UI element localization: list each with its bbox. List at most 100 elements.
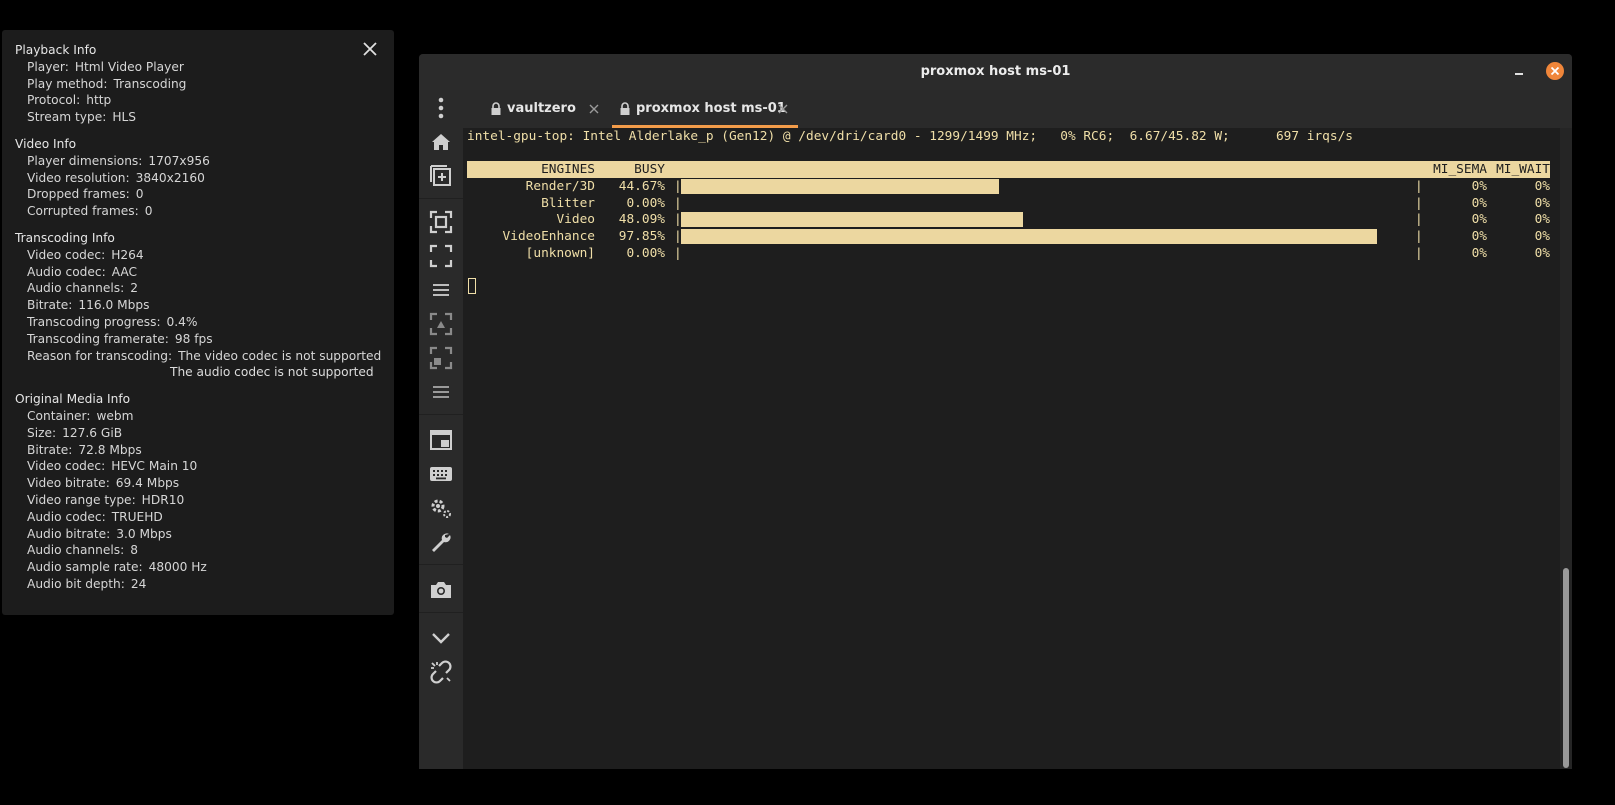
bar-left-separator: | bbox=[674, 195, 682, 211]
fullscreen-dim-icon[interactable] bbox=[429, 346, 453, 370]
window-title: proxmox host ms-01 bbox=[920, 64, 1071, 79]
menu-icon[interactable] bbox=[429, 278, 453, 302]
more-vert-icon[interactable] bbox=[429, 96, 453, 120]
info-label: Audio channels bbox=[27, 281, 124, 295]
minimize-button[interactable] bbox=[1512, 64, 1528, 80]
engine-row: Blitter 0.00% | | 0% 0% bbox=[467, 195, 1550, 212]
info-row: Audio sample rate 48000 Hz bbox=[15, 559, 394, 576]
settings-icon[interactable] bbox=[429, 496, 453, 520]
terminal-cursor bbox=[468, 278, 476, 294]
engine-busy-bar bbox=[681, 179, 999, 194]
bar-right-separator: | bbox=[1415, 245, 1423, 261]
info-value: H264 bbox=[111, 247, 144, 262]
sidebar bbox=[419, 90, 463, 769]
engine-busy: 48.09% bbox=[618, 212, 665, 228]
info-label: Protocol bbox=[27, 93, 80, 107]
engine-mi-wait: 0% bbox=[1534, 245, 1550, 261]
playback-info-panel: Playback InfoPlayerHtml Video PlayerPlay… bbox=[2, 30, 394, 615]
engine-name: Render/3D bbox=[525, 179, 595, 194]
info-label: Audio codec bbox=[27, 265, 106, 279]
info-row: Corrupted frames 0 bbox=[15, 203, 394, 220]
info-value: 72.8 Mbps bbox=[78, 442, 142, 457]
info-row: Player Html Video Player bbox=[15, 59, 394, 76]
info-row: Size 127.6 GiB bbox=[15, 425, 394, 442]
keyboard-icon[interactable] bbox=[429, 462, 453, 486]
info-label: Reason for transcoding bbox=[27, 349, 172, 363]
info-row: Video range type HDR10 bbox=[15, 492, 394, 509]
info-value: The video codec is not supported bbox=[178, 348, 382, 363]
info-label: Audio channels bbox=[27, 543, 124, 557]
tab-proxmox-host-ms-01[interactable]: proxmox host ms-01 bbox=[612, 90, 798, 128]
mi-wait-header-label: MI_WAIT bbox=[1496, 162, 1550, 177]
close-icon[interactable] bbox=[360, 39, 380, 59]
info-label: Video codec bbox=[27, 248, 105, 262]
tab-label: proxmox host ms-01 bbox=[636, 101, 786, 116]
info-value: 2 bbox=[130, 281, 138, 296]
engine-name: VideoEnhance bbox=[502, 229, 595, 245]
window-close-button[interactable] bbox=[1546, 62, 1564, 80]
section-title: Playback Info bbox=[15, 43, 97, 57]
info-label: Stream type bbox=[27, 110, 106, 124]
picture-in-picture-icon[interactable] bbox=[429, 428, 453, 452]
info-label: Video resolution bbox=[27, 171, 130, 185]
fullscreen-icon[interactable] bbox=[429, 244, 453, 268]
tab-bar: vaultzero proxmox host ms-01 bbox=[463, 90, 1572, 128]
info-value: 8 bbox=[130, 543, 138, 558]
fit-screen-dim-icon[interactable] bbox=[429, 312, 453, 336]
lock-icon bbox=[620, 102, 630, 115]
info-label: Audio sample rate bbox=[27, 560, 143, 574]
info-label: Video bitrate bbox=[27, 476, 110, 490]
info-value: 0.4% bbox=[166, 314, 198, 329]
info-value: http bbox=[86, 93, 112, 108]
add-tab-icon[interactable] bbox=[429, 164, 453, 188]
home-icon[interactable] bbox=[429, 130, 453, 154]
info-row: Video codec H264 bbox=[15, 247, 394, 264]
info-row: Audio bitrate 3.0 Mbps bbox=[15, 526, 394, 543]
info-label: Player dimensions bbox=[27, 154, 142, 168]
engine-busy: 44.67% bbox=[618, 179, 665, 194]
busy-header-label: BUSY bbox=[634, 162, 665, 177]
lock-icon bbox=[491, 102, 501, 115]
engines-header: ENGINES BUSY MI_SEMA MI_WAIT bbox=[467, 161, 1550, 178]
menu-dim-icon[interactable] bbox=[429, 380, 453, 404]
engine-busy: 97.85% bbox=[618, 229, 665, 245]
info-label: Play method bbox=[27, 77, 107, 91]
info-row: Dropped frames 0 bbox=[15, 186, 394, 203]
engine-mi-wait: 0% bbox=[1534, 195, 1550, 211]
section-title: Original Media Info bbox=[15, 392, 131, 407]
broken-link-icon[interactable] bbox=[429, 660, 453, 684]
section-title: Transcoding Info bbox=[15, 230, 115, 245]
engine-mi-sema: 0% bbox=[1471, 212, 1487, 228]
engine-busy-bar bbox=[681, 212, 1023, 228]
terminal-window: proxmox host ms-01 vaultzero proxmox hos… bbox=[419, 54, 1572, 769]
engine-mi-wait: 0% bbox=[1534, 179, 1550, 194]
engine-busy: 0.00% bbox=[626, 195, 665, 211]
fit-screen-icon[interactable] bbox=[429, 210, 453, 234]
scrollbar-thumb[interactable] bbox=[1563, 568, 1569, 768]
bar-right-separator: | bbox=[1415, 229, 1423, 245]
wrench-icon[interactable] bbox=[429, 530, 453, 554]
engine-row: Video 48.09% | | 0% 0% bbox=[467, 211, 1550, 228]
info-section: Playback Info PlayerHtml Video PlayerPlay… bbox=[15, 42, 394, 126]
chevron-down-icon[interactable] bbox=[429, 626, 453, 650]
camera-icon[interactable] bbox=[429, 578, 453, 602]
tab-close-icon[interactable] bbox=[778, 104, 788, 114]
bar-right-separator: | bbox=[1415, 212, 1423, 228]
engine-row: [unknown] 0.00% | | 0% 0% bbox=[467, 245, 1550, 262]
engine-name: Video bbox=[556, 212, 595, 228]
engine-mi-wait: 0% bbox=[1534, 229, 1550, 245]
tab-close-icon[interactable] bbox=[589, 104, 599, 114]
bar-right-separator: | bbox=[1415, 179, 1423, 194]
engine-mi-sema: 0% bbox=[1471, 245, 1487, 261]
terminal-output[interactable]: intel-gpu-top: Intel Alderlake_p (Gen12)… bbox=[463, 128, 1560, 769]
tab-vaultzero[interactable]: vaultzero bbox=[483, 90, 603, 128]
info-label: Audio codec bbox=[27, 510, 106, 524]
info-label: Player bbox=[27, 60, 69, 74]
window-titlebar[interactable]: proxmox host ms-01 bbox=[419, 54, 1572, 90]
mi-sema-header-label: MI_SEMA bbox=[1433, 162, 1487, 177]
info-row: Video resolution 3840x2160 bbox=[15, 170, 394, 187]
engine-mi-sema: 0% bbox=[1471, 195, 1487, 211]
info-row: Stream type HLS bbox=[15, 109, 394, 126]
scrollbar[interactable] bbox=[1560, 128, 1572, 769]
info-value: HEVC Main 10 bbox=[111, 459, 198, 474]
